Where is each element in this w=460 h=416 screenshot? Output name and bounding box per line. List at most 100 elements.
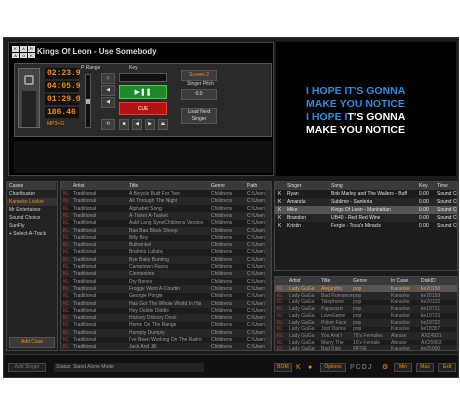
exit-button[interactable]: Exit	[438, 363, 456, 372]
options-button[interactable]: Options	[320, 363, 346, 372]
column-artist[interactable]: Artist	[73, 182, 84, 190]
load-next-singer-button[interactable]: Load Next Singer	[181, 108, 217, 124]
cases-header: Cases	[7, 182, 57, 190]
table-cell: Fergie - Toca's Miracle	[331, 223, 382, 229]
column-in-case[interactable]: In Case	[391, 277, 408, 285]
column-artist[interactable]: Artist	[289, 277, 300, 285]
table-cell: Ryan	[287, 191, 299, 197]
table-cell: Sound Ch	[437, 215, 458, 221]
table-cell: Childrens	[211, 344, 233, 351]
key-slider[interactable]	[119, 73, 167, 82]
case-item[interactable]: Karaoke Locker	[7, 198, 57, 206]
table-cell: Sound Ch	[437, 191, 458, 197]
column-path[interactable]: Path	[247, 182, 257, 190]
case-item[interactable]: Chartbuster	[7, 190, 57, 198]
table-cell: K	[278, 215, 282, 221]
bom-button[interactable]: BOM	[274, 363, 292, 372]
singer-row[interactable]: K Mike Kings Of Leon - Manhattan 0.00 Sound …	[275, 206, 458, 214]
lyric-line-3: I HOPE IT'S GONNA	[306, 111, 406, 123]
format-label: MP3+G	[47, 121, 65, 127]
song-list-table: Artist Title Genre Path KL Traditional A B…	[60, 181, 272, 351]
play-button[interactable]: ▶❚❚	[119, 85, 167, 99]
volume-knob-icon[interactable]	[24, 75, 34, 85]
table-cell: Jack And Jill	[129, 344, 157, 351]
table-cell: 0.00	[419, 207, 429, 213]
search-row[interactable]: KL Lady GaGa Bad Kids MFNE Karaoke ke25000	[275, 345, 457, 351]
table-cell: Sublime - Santeria	[331, 199, 373, 205]
track-title: Kings Of Leon - Use Somebody	[37, 47, 157, 56]
pitch-range-label: P Range	[81, 65, 101, 71]
lyric-line-4: MAKE YOU NOTICE	[306, 124, 405, 136]
column-key[interactable]: Key	[419, 182, 428, 190]
back-button[interactable]: ◀	[101, 97, 115, 108]
record-icon[interactable]: ●	[308, 363, 316, 372]
table-cell: Sound Ch	[437, 223, 458, 229]
case-item[interactable]: Mr Entertainer	[7, 206, 57, 214]
singer-row[interactable]: K Amanda Sublime - Santeria 0.00 Sound Ch	[275, 198, 458, 206]
bpm-display: 186.46	[45, 107, 79, 118]
rewind-button[interactable]: ◀	[101, 85, 115, 96]
case-item[interactable]: Sound Choice	[7, 214, 57, 222]
column-title[interactable]: Title	[129, 182, 138, 190]
table-cell: 0.00	[419, 199, 429, 205]
minimize-button[interactable]: Min	[394, 363, 412, 372]
key-button[interactable]: ♫	[101, 73, 115, 84]
table-cell: Sound Ch	[437, 207, 458, 213]
eject-button[interactable]: ⏏	[158, 119, 168, 130]
table-cell: Bob Marley and The Wailers - Buff	[331, 191, 408, 197]
karaoke-icon[interactable]: K	[296, 363, 304, 372]
karaoke-icon: KL	[63, 344, 70, 351]
singer-row[interactable]: K Kristin Fergie - Toca's Miracle 0.00 Sound…	[275, 222, 458, 230]
stop-button[interactable]: ■	[119, 119, 129, 130]
column-song[interactable]: Song	[331, 182, 343, 190]
case-item[interactable]: SunFly	[7, 222, 57, 230]
table-cell: Lady GaGa	[289, 346, 315, 351]
bottom-toolbar: Add Singer Status: Stand Alone Mode BOM …	[4, 354, 458, 377]
pitch-slider[interactable]	[85, 74, 91, 128]
column-title[interactable]: Title	[321, 277, 330, 285]
table-cell: K	[278, 199, 282, 205]
column-disk-id[interactable]: DiskID	[421, 277, 436, 285]
player-deck: KAR AOK Kings Of Leon - Use Somebody 02:…	[8, 42, 274, 176]
table-cell: C:\Users	[247, 344, 267, 351]
karaoke-logo: KAR AOK	[12, 46, 35, 58]
song-list-scrollbar[interactable]	[265, 190, 271, 350]
table-row[interactable]: KL Traditional Jack And Jill Childrens C:\Us…	[61, 343, 267, 351]
column-genre[interactable]: Genre	[353, 277, 367, 285]
waveform-area	[14, 141, 272, 173]
remaining-time: 04:05.9	[45, 81, 81, 92]
deck-controls: 02:23.9 04:05.9 01:29.0 186.46 MP3+G P R…	[14, 63, 272, 137]
singer-row[interactable]: K Ryan Bob Marley and The Wailers - Buff 0.…	[275, 190, 458, 198]
vu-meter	[18, 68, 40, 128]
next-button[interactable]: ▶	[145, 119, 155, 130]
singer-row[interactable]: K Brandon UB40 - Red Red Wine 0.00 Sound Ch	[275, 214, 458, 222]
table-cell: ke25000	[421, 346, 441, 351]
volume-slider[interactable]	[22, 91, 36, 127]
lyric-line-1: I HOPE IT'S GONNA	[306, 85, 406, 97]
add-case-button[interactable]: Add Case	[9, 337, 55, 348]
column-genre[interactable]: Genre	[211, 182, 225, 190]
table-cell: K	[278, 207, 282, 213]
column-singer[interactable]: Singer	[287, 182, 301, 190]
add-singer-button[interactable]: Add Singer	[8, 363, 46, 372]
loop-button[interactable]: ⟲	[101, 119, 115, 130]
singer-pitch-value[interactable]: 0.0	[181, 89, 217, 100]
column-time[interactable]: Time	[437, 182, 448, 190]
table-cell: Karaoke	[391, 346, 410, 351]
table-cell: UB40 - Red Red Wine	[331, 215, 381, 221]
search-results-table: Artist Title Genre In Case DiskID KL Lady…	[274, 276, 458, 351]
song-list-header: Artist Title Genre Path	[61, 182, 271, 190]
settings-gear-icon[interactable]: ⚙	[382, 363, 390, 372]
table-cell: 0.00	[419, 223, 429, 229]
table-cell: Traditional	[73, 344, 97, 351]
elapsed-time: 02:23.9	[45, 68, 81, 79]
singer-rotation-table: Singer Song Key Time K Ryan Bob Marley and…	[274, 181, 458, 271]
prev-button[interactable]: ◀	[132, 119, 142, 130]
table-cell: Sound Ch	[437, 199, 458, 205]
cases-list: Chartbuster Karaoke Locker Mr Entertainer S…	[7, 190, 57, 238]
maximize-button[interactable]: Max	[416, 363, 434, 372]
case-item[interactable]: + Select-A-Track	[7, 230, 57, 238]
table-cell: K	[278, 191, 282, 197]
cue-button[interactable]: CUE	[119, 102, 167, 115]
table-cell: Bad Kids	[321, 346, 342, 351]
